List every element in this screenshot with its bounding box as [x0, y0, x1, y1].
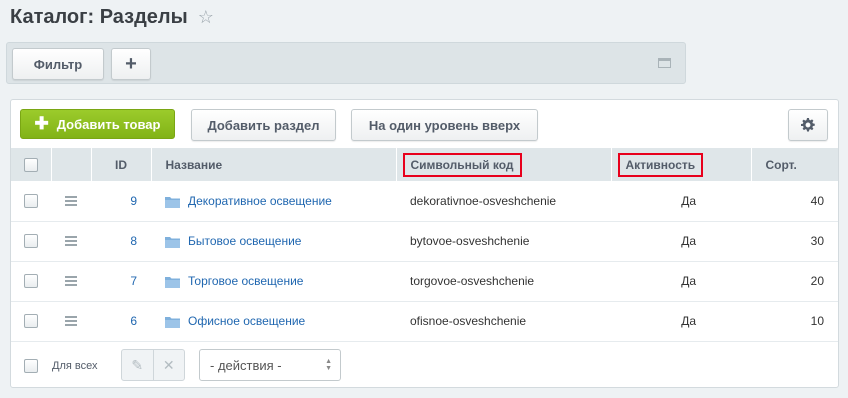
menu-icon[interactable] — [65, 194, 77, 208]
folder-icon — [165, 276, 180, 288]
actions-select[interactable]: - действия - ▲ ▼ — [199, 349, 341, 381]
row-menu-cell — [51, 221, 91, 261]
filter-button[interactable]: Фильтр — [12, 48, 104, 80]
sections-table: ID Название Символьный код Активность Со… — [11, 148, 838, 342]
col-active-label: Активность — [617, 152, 704, 177]
gear-icon — [801, 118, 815, 132]
add-filter-button[interactable]: + — [111, 48, 151, 80]
row-active: Да — [681, 193, 696, 208]
close-icon: ✕ — [162, 356, 175, 373]
select-all-header — [11, 148, 52, 181]
row-name-cell: Бытовое освещение — [151, 221, 396, 261]
table-row[interactable]: 8 Бытовое освещение bytovoe-osveshchenie… — [11, 221, 838, 261]
row-code: ofisnoe-osveshchenie — [410, 314, 527, 328]
edit-delete-group: ✎ ✕ — [121, 349, 185, 381]
row-active: Да — [681, 314, 696, 328]
table-row[interactable]: 6 Офисное освещение ofisnoe-osveshchenie… — [11, 301, 838, 341]
page-title: Каталог: Разделы ☆ — [10, 6, 214, 29]
row-name-link[interactable]: Бытовое освещение — [188, 234, 301, 248]
row-id: 9 — [130, 193, 137, 208]
row-checkbox[interactable] — [24, 274, 38, 289]
row-active: Да — [681, 234, 696, 248]
menu-icon[interactable] — [65, 274, 77, 288]
col-name[interactable]: Название — [151, 148, 397, 181]
table-header-row: ID Название Символьный код Активность Со… — [11, 148, 838, 181]
col-sort[interactable]: Сорт. — [751, 148, 838, 181]
table-row[interactable]: 7 Торговое освещение torgovoe-osveshchen… — [11, 261, 838, 301]
plus-icon: ✚ — [34, 114, 49, 133]
row-sort: 20 — [810, 274, 824, 288]
table-row[interactable]: 9 Декоративное освещение dekorativnoe-os… — [11, 181, 838, 221]
row-active: Да — [681, 274, 696, 288]
row-code: bytovoe-osveshchenie — [410, 234, 530, 248]
row-code: torgovoe-osveshchenie — [410, 274, 535, 288]
row-checkbox-cell — [11, 181, 51, 221]
page-title-text: Каталог: Разделы — [10, 6, 188, 28]
pencil-icon: ✎ — [131, 356, 144, 373]
row-name-cell: Декоративное освещение — [151, 181, 396, 221]
window-icon[interactable] — [658, 58, 671, 68]
row-checkbox[interactable] — [24, 234, 38, 249]
edit-button[interactable]: ✎ — [122, 350, 154, 380]
row-name-link[interactable]: Офисное освещение — [188, 314, 305, 328]
row-id: 8 — [130, 234, 137, 248]
row-sort: 10 — [810, 314, 824, 328]
row-checkbox[interactable] — [24, 194, 38, 209]
table-footer: Для всех ✎ ✕ - действия - ▲ ▼ — [11, 344, 838, 388]
row-name-cell: Торговое освещение — [151, 261, 396, 301]
add-product-button[interactable]: ✚ Добавить товар — [20, 109, 175, 139]
select-all-checkbox[interactable] — [23, 157, 38, 172]
col-id[interactable]: ID — [91, 148, 152, 181]
menu-icon[interactable] — [65, 234, 77, 248]
row-sort: 40 — [810, 193, 824, 208]
select-arrows-icon: ▲ ▼ — [325, 358, 332, 372]
row-checkbox-cell — [11, 301, 51, 341]
row-checkbox-cell — [11, 261, 51, 301]
star-icon[interactable]: ☆ — [198, 7, 214, 28]
row-sort: 30 — [810, 234, 824, 248]
row-checkbox-cell — [11, 221, 51, 261]
drag-column-header — [51, 148, 92, 181]
menu-icon[interactable] — [65, 314, 77, 328]
row-name-link[interactable]: Декоративное освещение — [188, 194, 332, 208]
row-checkbox[interactable] — [24, 314, 38, 329]
filter-bar: Фильтр + — [6, 42, 686, 84]
add-product-label: Добавить товар — [56, 116, 161, 132]
row-menu-cell — [51, 301, 91, 341]
row-id: 6 — [130, 314, 137, 328]
delete-button[interactable]: ✕ — [154, 350, 185, 380]
settings-button[interactable] — [788, 109, 828, 141]
row-name-link[interactable]: Торговое освещение — [188, 274, 303, 288]
col-code[interactable]: Символьный код — [396, 148, 612, 181]
row-menu-cell — [51, 181, 91, 221]
folder-icon — [165, 316, 180, 328]
add-section-button[interactable]: Добавить раздел — [191, 109, 336, 141]
actions-select-value: - действия - — [210, 357, 282, 373]
row-code: dekorativnoe-osveshchenie — [410, 193, 557, 208]
level-up-button[interactable]: На один уровень вверх — [351, 109, 538, 141]
row-menu-cell — [51, 261, 91, 301]
col-code-label: Символьный код — [402, 152, 522, 177]
row-id: 7 — [130, 274, 137, 288]
col-active[interactable]: Активность — [611, 148, 752, 181]
toolbar: ✚ Добавить товар Добавить раздел На один… — [11, 100, 838, 148]
for-all-checkbox[interactable] — [24, 359, 38, 373]
folder-icon — [165, 196, 180, 208]
folder-icon — [165, 236, 180, 248]
row-name-cell: Офисное освещение — [151, 301, 396, 341]
for-all-label: Для всех — [52, 360, 98, 372]
sections-panel: ✚ Добавить товар Добавить раздел На один… — [10, 99, 839, 388]
